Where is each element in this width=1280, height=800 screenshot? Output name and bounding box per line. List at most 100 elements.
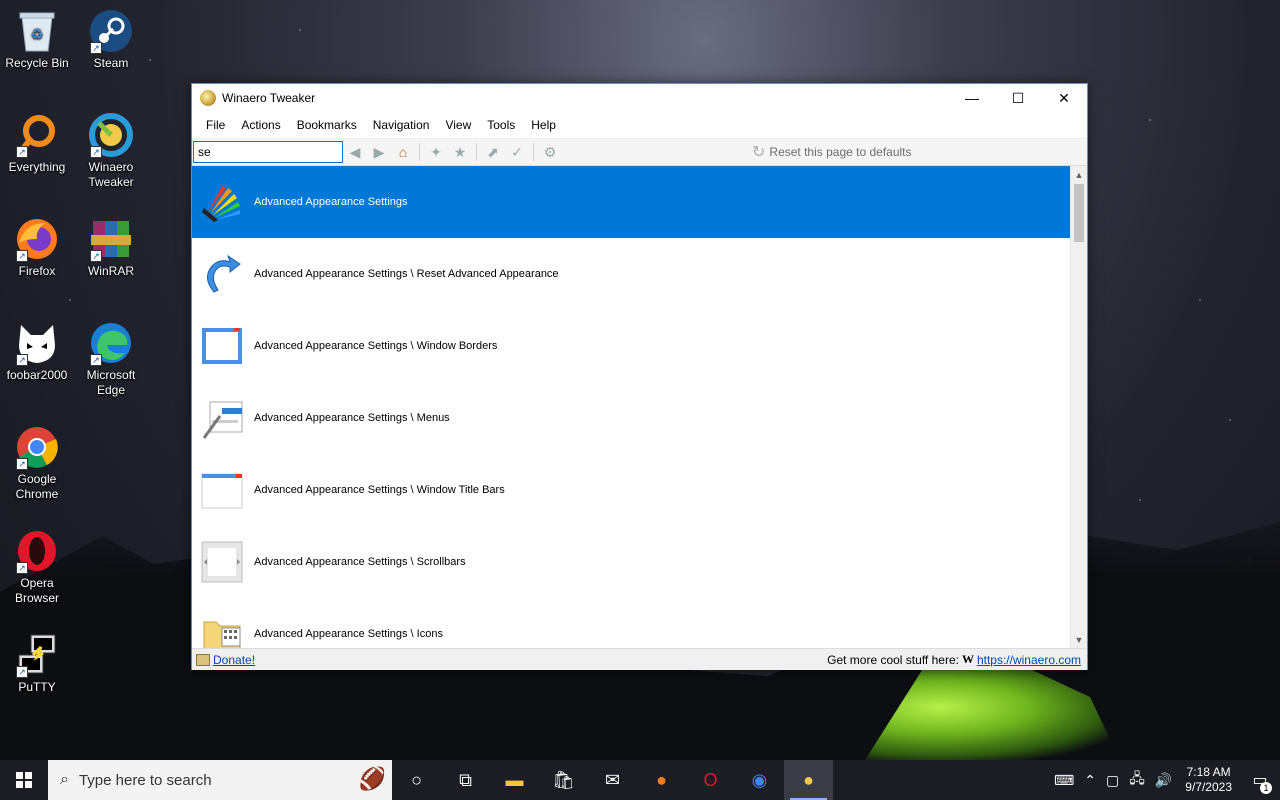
notification-center-icon[interactable]: ▭ 1 — [1240, 770, 1280, 794]
list-item[interactable]: Advanced Appearance Settings \ Scrollbar… — [192, 526, 1070, 598]
desktop-icon-recycle-bin[interactable]: ♻ Recycle Bin — [0, 8, 74, 71]
desktop-icon-google-chrome[interactable]: ↗ Google Chrome — [0, 424, 74, 502]
title-bars-icon — [200, 468, 244, 512]
volume-icon[interactable]: 🔊 — [1150, 772, 1177, 789]
taskbar-winaero-icon[interactable]: ● — [784, 760, 833, 800]
reset-arrow-icon — [200, 252, 244, 296]
vertical-scrollbar[interactable]: ▲ ▼ — [1070, 166, 1087, 648]
putty-icon: ↗ — [14, 632, 60, 678]
desktop-icon-label: Recycle Bin — [5, 56, 69, 70]
cortana-icon[interactable]: ○ — [392, 760, 441, 800]
gear-icon[interactable]: ⚙ — [539, 141, 561, 163]
status-bar: Donate! Get more cool stuff here: W http… — [192, 648, 1087, 670]
menu-tools[interactable]: Tools — [479, 118, 523, 132]
toolbar-separator — [533, 143, 534, 161]
maximize-button[interactable]: ☐ — [995, 84, 1041, 112]
promo-text: Get more cool stuff here: — [827, 652, 959, 667]
reset-icon: ↻ — [752, 144, 766, 161]
network-icon[interactable]: 🖧 — [1124, 768, 1150, 792]
menu-bookmarks[interactable]: Bookmarks — [289, 118, 365, 132]
menu-help[interactable]: Help — [523, 118, 564, 132]
desktop-icon-opera-browser[interactable]: ↗ Opera Browser — [0, 528, 74, 606]
desktop-icon-winaero-tweaker[interactable]: ↗ Winaero Tweaker — [74, 112, 148, 190]
start-button[interactable] — [0, 760, 48, 800]
toolbar-separator — [476, 143, 477, 161]
desktop-icon-steam[interactable]: ↗ Steam — [74, 8, 148, 71]
result-label: Advanced Appearance Settings \ Menus — [254, 412, 450, 424]
search-icon: ⌕ — [60, 771, 69, 788]
add-bookmark-icon[interactable]: ✦ — [425, 141, 447, 163]
system-tray: ⌨ ⌃ ▢ 🖧 🔊 7:18 AM 9/7/2023 ▭ 1 — [1049, 760, 1280, 800]
list-item[interactable]: Advanced Appearance Settings \ Window Bo… — [192, 310, 1070, 382]
title-bar[interactable]: Winaero Tweaker — ☐ ✕ — [192, 84, 1087, 112]
desktop-icon-label: Microsoft Edge — [86, 368, 136, 397]
search-input[interactable] — [193, 141, 343, 163]
list-item[interactable]: Advanced Appearance Settings \ Window Ti… — [192, 454, 1070, 526]
window-title: Winaero Tweaker — [222, 91, 316, 105]
list-item[interactable]: Advanced Appearance Settings \ Menus — [192, 382, 1070, 454]
desktop-icon-foobar2000[interactable]: ↗ foobar2000 — [0, 320, 74, 383]
list-item[interactable]: Advanced Appearance Settings \ Reset Adv… — [192, 238, 1070, 310]
scrollbar-thumb[interactable] — [1074, 184, 1084, 242]
taskbar-opera-icon[interactable]: O — [686, 760, 735, 800]
checkmark-icon[interactable]: ✓ — [506, 141, 528, 163]
keyboard-icon[interactable]: ⌨ — [1049, 772, 1079, 789]
palette-icon — [200, 180, 244, 224]
firefox-icon: ↗ — [14, 216, 60, 262]
result-label: Advanced Appearance Settings \ Window Bo… — [254, 340, 498, 352]
scroll-down-icon[interactable]: ▼ — [1071, 631, 1087, 648]
result-label: Advanced Appearance Settings \ Reset Adv… — [254, 268, 559, 280]
desktop-icon-label: Winaero Tweaker — [88, 160, 134, 189]
desktop-icon-label: WinRAR — [87, 264, 134, 278]
winaero-app-icon — [200, 90, 216, 106]
menu-actions[interactable]: Actions — [233, 118, 288, 132]
clock[interactable]: 7:18 AM 9/7/2023 — [1177, 765, 1240, 795]
window-borders-icon — [200, 324, 244, 368]
winrar-icon: ↗ — [88, 216, 134, 262]
result-label: Advanced Appearance Settings \ Window Ti… — [254, 484, 505, 496]
store-icon[interactable]: 🛍 — [539, 760, 588, 800]
mail-icon[interactable]: ✉ — [588, 760, 637, 800]
back-arrow-icon[interactable]: ◀ — [344, 141, 366, 163]
clock-date: 9/7/2023 — [1185, 780, 1232, 794]
recycle-bin-icon: ♻ — [14, 8, 60, 54]
taskbar-chrome-icon[interactable]: ◉ — [735, 760, 784, 800]
donate-link[interactable]: Donate! — [213, 653, 255, 667]
taskbar-search-box[interactable]: ⌕ Type here to search 🏈 — [48, 760, 392, 800]
desktop-icon-winrar[interactable]: ↗ WinRAR — [74, 216, 148, 279]
winaero-link[interactable]: https://winaero.com — [977, 653, 1081, 667]
desktop-icon-firefox[interactable]: ↗ Firefox — [0, 216, 74, 279]
close-button[interactable]: ✕ — [1041, 84, 1087, 112]
desktop-icon-putty[interactable]: ↗ PuTTY — [0, 632, 74, 695]
task-view-icon[interactable]: ⧉ — [441, 760, 490, 800]
minimize-button[interactable]: — — [949, 84, 995, 112]
desktop-icon-microsoft-edge[interactable]: ↗ Microsoft Edge — [74, 320, 148, 398]
desktop-icon-label: foobar2000 — [6, 368, 68, 382]
list-item[interactable]: Advanced Appearance Settings — [192, 166, 1070, 238]
donate-icon — [196, 653, 210, 666]
toolbar: ◀ ▶ ⌂ ✦ ★ ⬈ ✓ ⚙ ↻ Reset this page to def… — [192, 139, 1087, 166]
home-icon[interactable]: ⌂ — [392, 141, 414, 163]
export-icon[interactable]: ⬈ — [482, 141, 504, 163]
steam-icon: ↗ — [88, 8, 134, 54]
result-label: Advanced Appearance Settings \ Scrollbar… — [254, 556, 466, 568]
search-results-panel: Advanced Appearance Settings Advanced Ap… — [192, 166, 1087, 648]
taskbar-firefox-icon[interactable]: ● — [637, 760, 686, 800]
file-explorer-icon[interactable]: ▬ — [490, 760, 539, 800]
desktop-icon-everything[interactable]: ↗ Everything — [0, 112, 74, 175]
forward-arrow-icon[interactable]: ▶ — [368, 141, 390, 163]
scroll-up-icon[interactable]: ▲ — [1071, 166, 1087, 183]
reset-page-button[interactable]: ↻ Reset this page to defaults — [752, 142, 912, 162]
menu-bar: File Actions Bookmarks Navigation View T… — [192, 112, 1087, 139]
menu-navigation[interactable]: Navigation — [365, 118, 438, 132]
chevron-up-icon[interactable]: ⌃ — [1079, 772, 1101, 789]
menu-file[interactable]: File — [198, 118, 233, 132]
menu-view[interactable]: View — [437, 118, 479, 132]
taskbar-search-placeholder: Type here to search — [78, 771, 212, 789]
meet-now-icon[interactable]: ▢ — [1101, 772, 1124, 789]
clock-time: 7:18 AM — [1186, 765, 1231, 779]
star-icon[interactable]: ★ — [449, 141, 471, 163]
winaero-tweaker-icon: ↗ — [88, 112, 134, 158]
desktop-icon-label: Firefox — [18, 264, 56, 278]
list-item[interactable]: Advanced Appearance Settings \ Icons — [192, 598, 1070, 648]
